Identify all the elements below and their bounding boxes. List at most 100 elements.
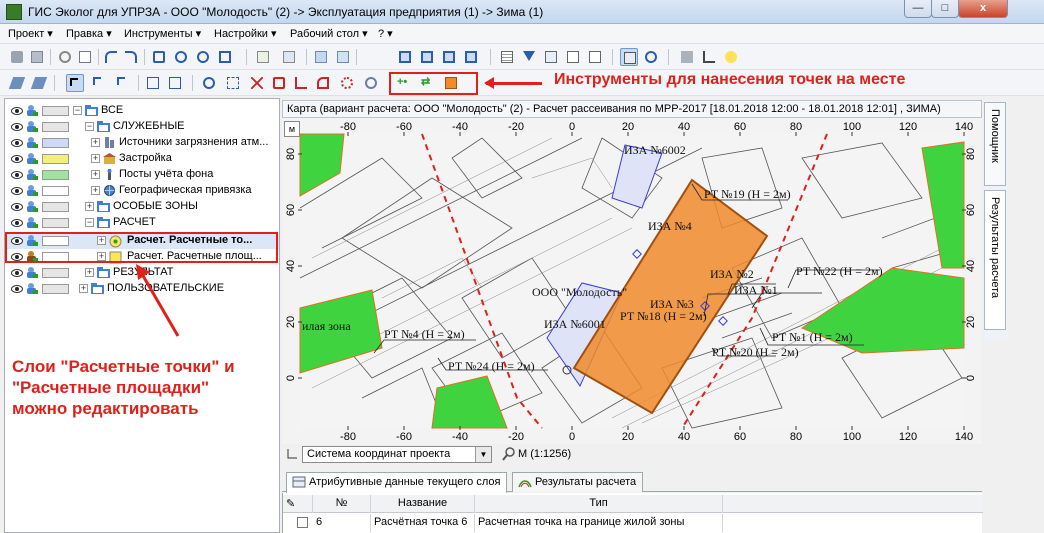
layer-stack-icon[interactable] <box>462 48 480 66</box>
layer-props-icon[interactable] <box>280 48 298 66</box>
tree-item-bg-posts[interactable]: + Посты учёта фона <box>5 167 279 183</box>
zoom-out-icon[interactable] <box>194 48 212 66</box>
map-mode-icon[interactable] <box>620 48 638 66</box>
tree-item-buildings[interactable]: + Застройка <box>5 151 279 167</box>
table-row[interactable]: 6 Расчётная точка 6 Расчетная точка на г… <box>283 514 983 532</box>
close-button[interactable]: x <box>958 0 1008 18</box>
node-arrow-icon[interactable] <box>114 74 132 92</box>
lock-icon[interactable] <box>26 184 38 197</box>
chart-icon[interactable] <box>700 48 718 66</box>
print-preview-icon[interactable] <box>28 48 46 66</box>
maximize-button[interactable]: □ <box>931 0 959 18</box>
menu-help[interactable]: ? ▾ <box>378 27 393 40</box>
lock-icon[interactable] <box>26 104 38 117</box>
expand-icon[interactable]: + <box>85 202 94 211</box>
measure-icon[interactable] <box>362 74 380 92</box>
grid-icon[interactable] <box>312 48 330 66</box>
map-canvas[interactable]: -80 -60 -40 -20 0 20 40 60 80 100 120 140 -80 -60 -40… <box>282 118 982 444</box>
minimize-button[interactable]: — <box>904 0 932 18</box>
report-icon[interactable] <box>564 48 582 66</box>
map-corner-button[interactable]: м <box>284 121 300 137</box>
column-header-type[interactable]: Тип <box>475 495 723 513</box>
polygon-edit-icon[interactable] <box>270 74 288 92</box>
menu-project[interactable]: Проект ▾ <box>8 27 53 40</box>
lock-icon[interactable] <box>26 200 38 213</box>
eye-icon[interactable] <box>11 185 23 197</box>
cut-icon[interactable] <box>56 48 74 66</box>
delete-icon[interactable] <box>248 74 266 92</box>
expand-icon[interactable]: + <box>91 154 100 163</box>
collapse-icon[interactable]: − <box>85 218 94 227</box>
scale-icon[interactable] <box>224 74 242 92</box>
tree-item-all[interactable]: − ВСЕ <box>5 103 279 119</box>
tree-item-sources[interactable]: + Источники загрязнения атм... <box>5 135 279 151</box>
lock-icon[interactable] <box>26 136 38 149</box>
eye-icon[interactable] <box>11 105 23 117</box>
undo-icon[interactable] <box>102 48 120 66</box>
lock-icon[interactable] <box>26 152 38 165</box>
move-icon[interactable] <box>200 74 218 92</box>
collapse-icon[interactable]: − <box>85 122 94 131</box>
pointer-icon[interactable] <box>66 74 84 92</box>
tree-item-service[interactable]: − СЛУЖЕБНЫЕ <box>5 119 279 135</box>
lock-icon[interactable] <box>26 168 38 181</box>
lock-icon[interactable] <box>26 266 38 279</box>
print-icon[interactable] <box>8 48 26 66</box>
expand-icon[interactable]: + <box>85 268 94 277</box>
window-icon[interactable] <box>334 48 352 66</box>
move-vertex-icon[interactable] <box>166 74 184 92</box>
eye-icon[interactable] <box>11 121 23 133</box>
tab-calc-results[interactable]: Результаты расчета <box>984 190 1006 330</box>
tree-item-calculation[interactable]: − РАСЧЕТ <box>5 215 279 231</box>
layer-copy-icon[interactable] <box>418 48 436 66</box>
eye-icon[interactable] <box>11 267 23 279</box>
new-object-icon[interactable] <box>8 74 26 92</box>
menu-desktop[interactable]: Рабочий стол ▾ <box>290 27 368 40</box>
find-icon[interactable] <box>642 48 660 66</box>
circle-icon[interactable] <box>338 74 356 92</box>
expand-icon[interactable]: + <box>91 186 100 195</box>
tree-item-special-zones[interactable]: + ОСОБЫЕ ЗОНЫ <box>5 199 279 215</box>
pan-icon[interactable] <box>150 48 168 66</box>
filter-icon[interactable] <box>520 48 538 66</box>
print-map-icon[interactable] <box>678 48 696 66</box>
menu-settings[interactable]: Настройки ▾ <box>214 27 277 40</box>
add-layer-icon[interactable] <box>254 48 272 66</box>
expand-icon[interactable]: + <box>91 138 100 147</box>
lock-icon[interactable] <box>26 120 38 133</box>
menu-tools[interactable]: Инструменты ▾ <box>124 27 201 40</box>
zoom-in-icon[interactable] <box>172 48 190 66</box>
copy-icon[interactable] <box>76 48 94 66</box>
row-checkbox[interactable] <box>297 517 308 528</box>
eye-icon[interactable] <box>11 153 23 165</box>
lock-icon[interactable] <box>26 282 38 295</box>
collapse-icon[interactable]: − <box>73 106 82 115</box>
tree-item-georef[interactable]: + Географическая привязка <box>5 183 279 199</box>
layer-merge-icon[interactable] <box>440 48 458 66</box>
select-arrow-icon[interactable] <box>90 74 108 92</box>
vertex-icon[interactable] <box>144 74 162 92</box>
split-icon[interactable] <box>292 74 310 92</box>
expand-icon[interactable]: + <box>91 170 100 179</box>
lock-icon[interactable] <box>26 216 38 229</box>
redo-icon[interactable] <box>122 48 140 66</box>
eye-icon[interactable] <box>11 283 23 295</box>
tab-attributes[interactable]: Атрибутивные данные текущего слоя <box>286 472 508 493</box>
union-icon[interactable] <box>314 74 332 92</box>
chevron-down-icon[interactable]: ▼ <box>475 447 491 462</box>
eye-icon[interactable] <box>11 137 23 149</box>
tab-helper[interactable]: Помощник <box>984 102 1006 186</box>
table-icon[interactable] <box>498 48 516 66</box>
zoom-extent-icon[interactable] <box>216 48 234 66</box>
expand-icon[interactable]: + <box>79 284 88 293</box>
column-header-name[interactable]: Название <box>371 495 475 513</box>
eye-icon[interactable] <box>11 201 23 213</box>
column-header-number[interactable]: № <box>313 495 371 513</box>
export-icon[interactable] <box>586 48 604 66</box>
edit-object-icon[interactable] <box>30 74 48 92</box>
menu-edit[interactable]: Правка ▾ <box>66 27 112 40</box>
eye-icon[interactable] <box>11 169 23 181</box>
query-icon[interactable] <box>542 48 560 66</box>
coordinate-system-select[interactable]: Система координат проекта ▼ <box>302 446 492 463</box>
lightbulb-icon[interactable] <box>722 48 740 66</box>
